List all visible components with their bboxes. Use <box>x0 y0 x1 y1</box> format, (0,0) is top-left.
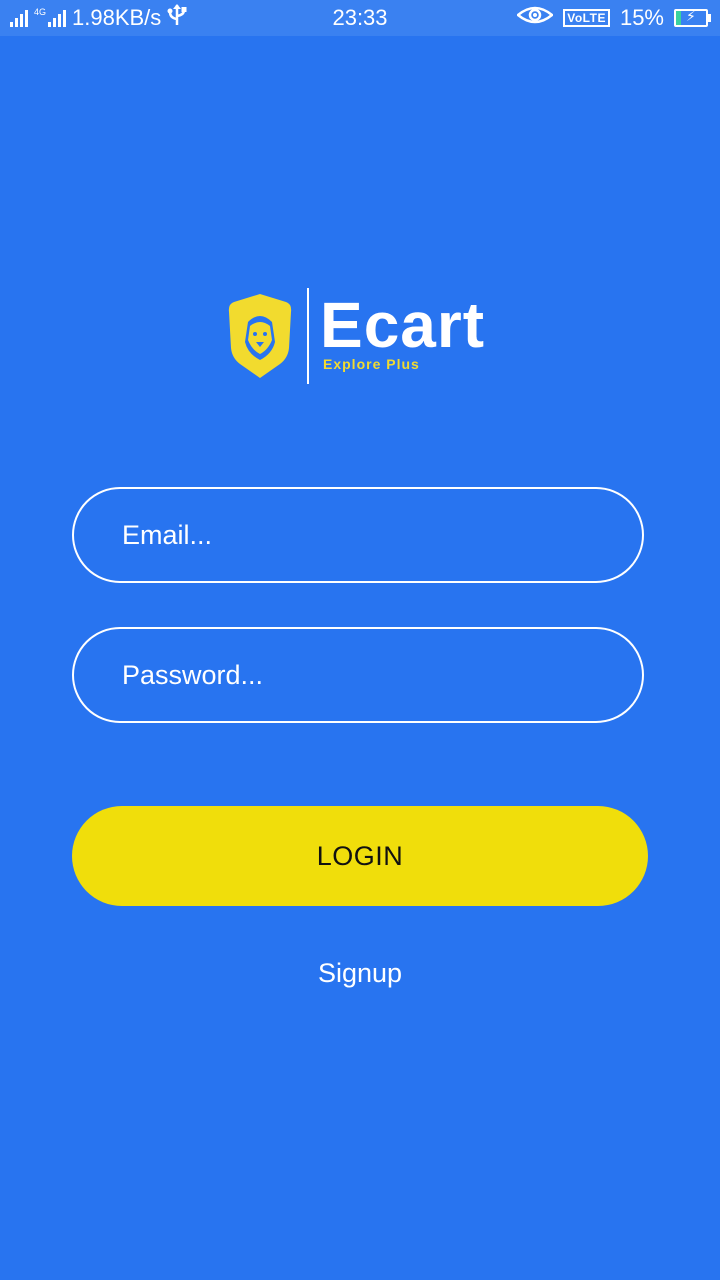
signup-link[interactable]: Signup <box>0 958 720 989</box>
battery-icon: ⚡ <box>674 8 711 27</box>
logo-divider <box>307 288 309 384</box>
charging-icon: ⚡ <box>686 8 696 24</box>
status-bar: 4G 1.98KB/s 23:33 VoLTE 15% ⚡ <box>0 0 720 36</box>
lion-shield-icon <box>228 294 292 378</box>
email-field[interactable] <box>72 487 644 583</box>
login-button[interactable]: LOGIN <box>72 806 648 906</box>
password-field[interactable] <box>72 627 644 723</box>
volte-badge: VoLTE <box>563 9 610 27</box>
app-logo: Ecart Explore Plus <box>222 286 512 386</box>
eye-icon <box>516 5 555 31</box>
logo-title: Ecart <box>320 289 486 361</box>
logo-subtitle: Explore Plus <box>323 356 420 372</box>
battery-percent: 15% <box>619 5 664 30</box>
battery-fill <box>676 11 681 25</box>
status-right: VoLTE 15% ⚡ <box>516 0 711 36</box>
